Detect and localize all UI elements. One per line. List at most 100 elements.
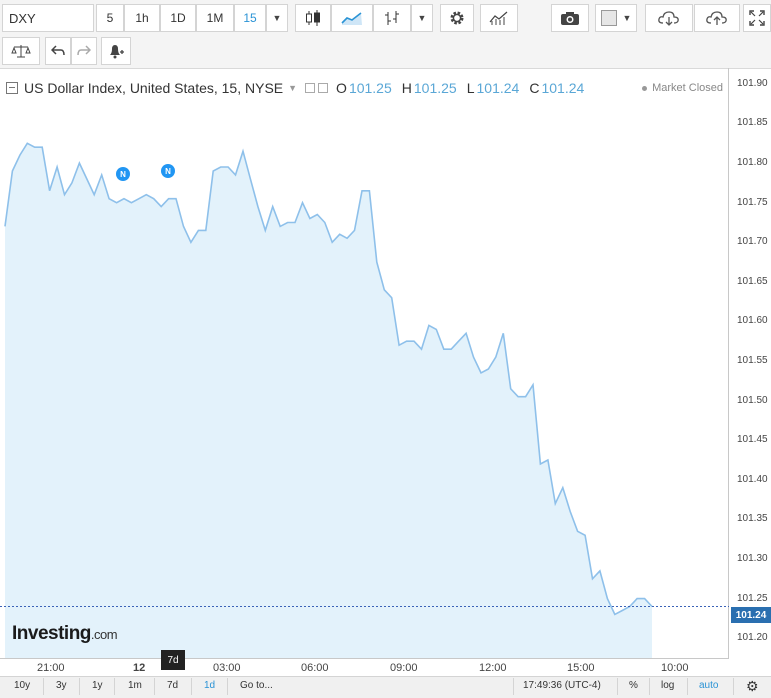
price-tick: 101.80: [737, 157, 768, 169]
redo-button[interactable]: [71, 37, 97, 65]
price-chart[interactable]: [0, 68, 729, 658]
divider: [649, 678, 650, 695]
price-tick: 101.60: [737, 315, 768, 327]
news-marker[interactable]: N: [116, 167, 130, 181]
candlestick-icon: [306, 10, 320, 26]
price-tick: 101.85: [737, 117, 768, 129]
close-value: 101.24: [541, 80, 585, 96]
auto-scale-button[interactable]: auto: [699, 680, 718, 691]
clock-timezone[interactable]: 17:49:36 (UTC-4): [523, 680, 601, 691]
chart-legend: US Dollar Index, United States, 15, NYSE…: [6, 78, 584, 98]
price-tick: 101.40: [737, 473, 768, 485]
redo-icon: [77, 45, 91, 56]
indicators-button[interactable]: [480, 4, 518, 32]
time-tick: 15:00: [567, 662, 595, 674]
range-1d-button[interactable]: 1d: [204, 680, 215, 691]
range-3y-button[interactable]: 3y: [56, 680, 67, 691]
settings-button[interactable]: [440, 4, 474, 32]
price-area-fill: [5, 143, 652, 658]
price-tick: 101.55: [737, 355, 768, 367]
interval-1h-button[interactable]: 1h: [124, 4, 160, 32]
time-axis[interactable]: [0, 658, 729, 677]
market-status: Market Closed: [642, 82, 723, 94]
color-swatch: [600, 10, 617, 26]
divider: [114, 678, 115, 695]
chevron-down-icon: ▼: [417, 13, 427, 23]
close-label: C: [529, 80, 540, 96]
price-tick: 101.35: [737, 513, 768, 525]
price-tick: 101.20: [737, 632, 768, 644]
high-label: H: [401, 80, 412, 96]
settings-small-icon[interactable]: [318, 83, 329, 93]
high-value: 101.25: [413, 80, 457, 96]
interval-1m-button[interactable]: 1M: [196, 4, 234, 32]
chevron-down-icon[interactable]: ▼: [288, 83, 297, 93]
screenshot-button[interactable]: [551, 4, 589, 32]
low-label: L: [466, 80, 475, 96]
load-chart-button[interactable]: [645, 4, 693, 32]
interval-1d-button[interactable]: 1D: [160, 4, 196, 32]
eye-icon[interactable]: [305, 83, 316, 93]
fullscreen-icon: [749, 10, 765, 26]
chart-style-dropdown-button[interactable]: ▼: [411, 4, 433, 32]
interval-5m-button[interactable]: 5: [96, 4, 124, 32]
cloud-upload-icon: [706, 11, 727, 25]
area-style-button[interactable]: [331, 4, 373, 32]
open-value: 101.25: [348, 80, 392, 96]
divider: [79, 678, 80, 695]
last-price-badge: 101.24: [731, 607, 771, 623]
compare-button[interactable]: [2, 37, 40, 65]
gear-icon[interactable]: ⚙: [746, 678, 759, 695]
log-scale-button[interactable]: log: [661, 680, 674, 691]
status-dot-icon: [642, 85, 648, 91]
percent-scale-button[interactable]: %: [629, 680, 638, 691]
time-tick: 09:00: [390, 662, 418, 674]
time-tick: 10:00: [661, 662, 689, 674]
bottom-bar: [0, 676, 771, 698]
divider: [191, 678, 192, 695]
range-1y-button[interactable]: 1y: [92, 680, 103, 691]
investing-logo: Investing.com: [12, 623, 118, 645]
range-10y-button[interactable]: 10y: [14, 680, 30, 691]
cloud-download-icon: [658, 11, 679, 26]
price-tick: 101.30: [737, 553, 768, 564]
time-tick: 03:00: [213, 662, 241, 674]
price-tick: 101.45: [737, 434, 768, 446]
area-chart-icon: [341, 12, 362, 25]
scale-icon: [11, 45, 31, 58]
divider: [513, 678, 514, 695]
divider: [227, 678, 228, 695]
range-1m-button[interactable]: 1m: [128, 680, 142, 691]
bell-plus-icon: [110, 45, 124, 59]
gear-icon: [450, 11, 464, 25]
save-chart-button[interactable]: [694, 4, 740, 32]
news-marker[interactable]: N: [161, 164, 175, 178]
interval-15m-button[interactable]: 15: [234, 4, 266, 32]
candles-style-button[interactable]: [295, 4, 331, 32]
bars-style-button[interactable]: [373, 4, 411, 32]
price-tick: 101.25: [737, 592, 768, 604]
chevron-down-icon: ▼: [622, 13, 632, 23]
divider: [43, 678, 44, 695]
fullscreen-button[interactable]: [743, 4, 771, 32]
range-tooltip: 7d: [161, 650, 185, 670]
market-status-text: Market Closed: [652, 82, 723, 94]
undo-icon: [51, 45, 65, 56]
collapse-legend-icon[interactable]: [6, 82, 18, 94]
undo-button[interactable]: [45, 37, 71, 65]
price-tick: 101.65: [737, 275, 768, 287]
logo-main: Investing: [12, 623, 91, 644]
indicators-icon: [489, 11, 508, 25]
chevron-down-icon: ▼: [272, 13, 282, 23]
divider: [617, 678, 618, 695]
go-to-date-button[interactable]: Go to...: [240, 680, 273, 691]
divider: [687, 678, 688, 695]
color-picker-button[interactable]: ▼: [595, 4, 637, 32]
add-alert-button[interactable]: [101, 37, 131, 65]
interval-dropdown-button[interactable]: ▼: [266, 4, 288, 32]
symbol-input[interactable]: DXY: [2, 4, 94, 32]
range-7d-button[interactable]: 7d: [167, 680, 178, 691]
time-tick: 06:00: [301, 662, 329, 674]
divider: [154, 678, 155, 695]
time-tick: 12:00: [479, 662, 507, 674]
